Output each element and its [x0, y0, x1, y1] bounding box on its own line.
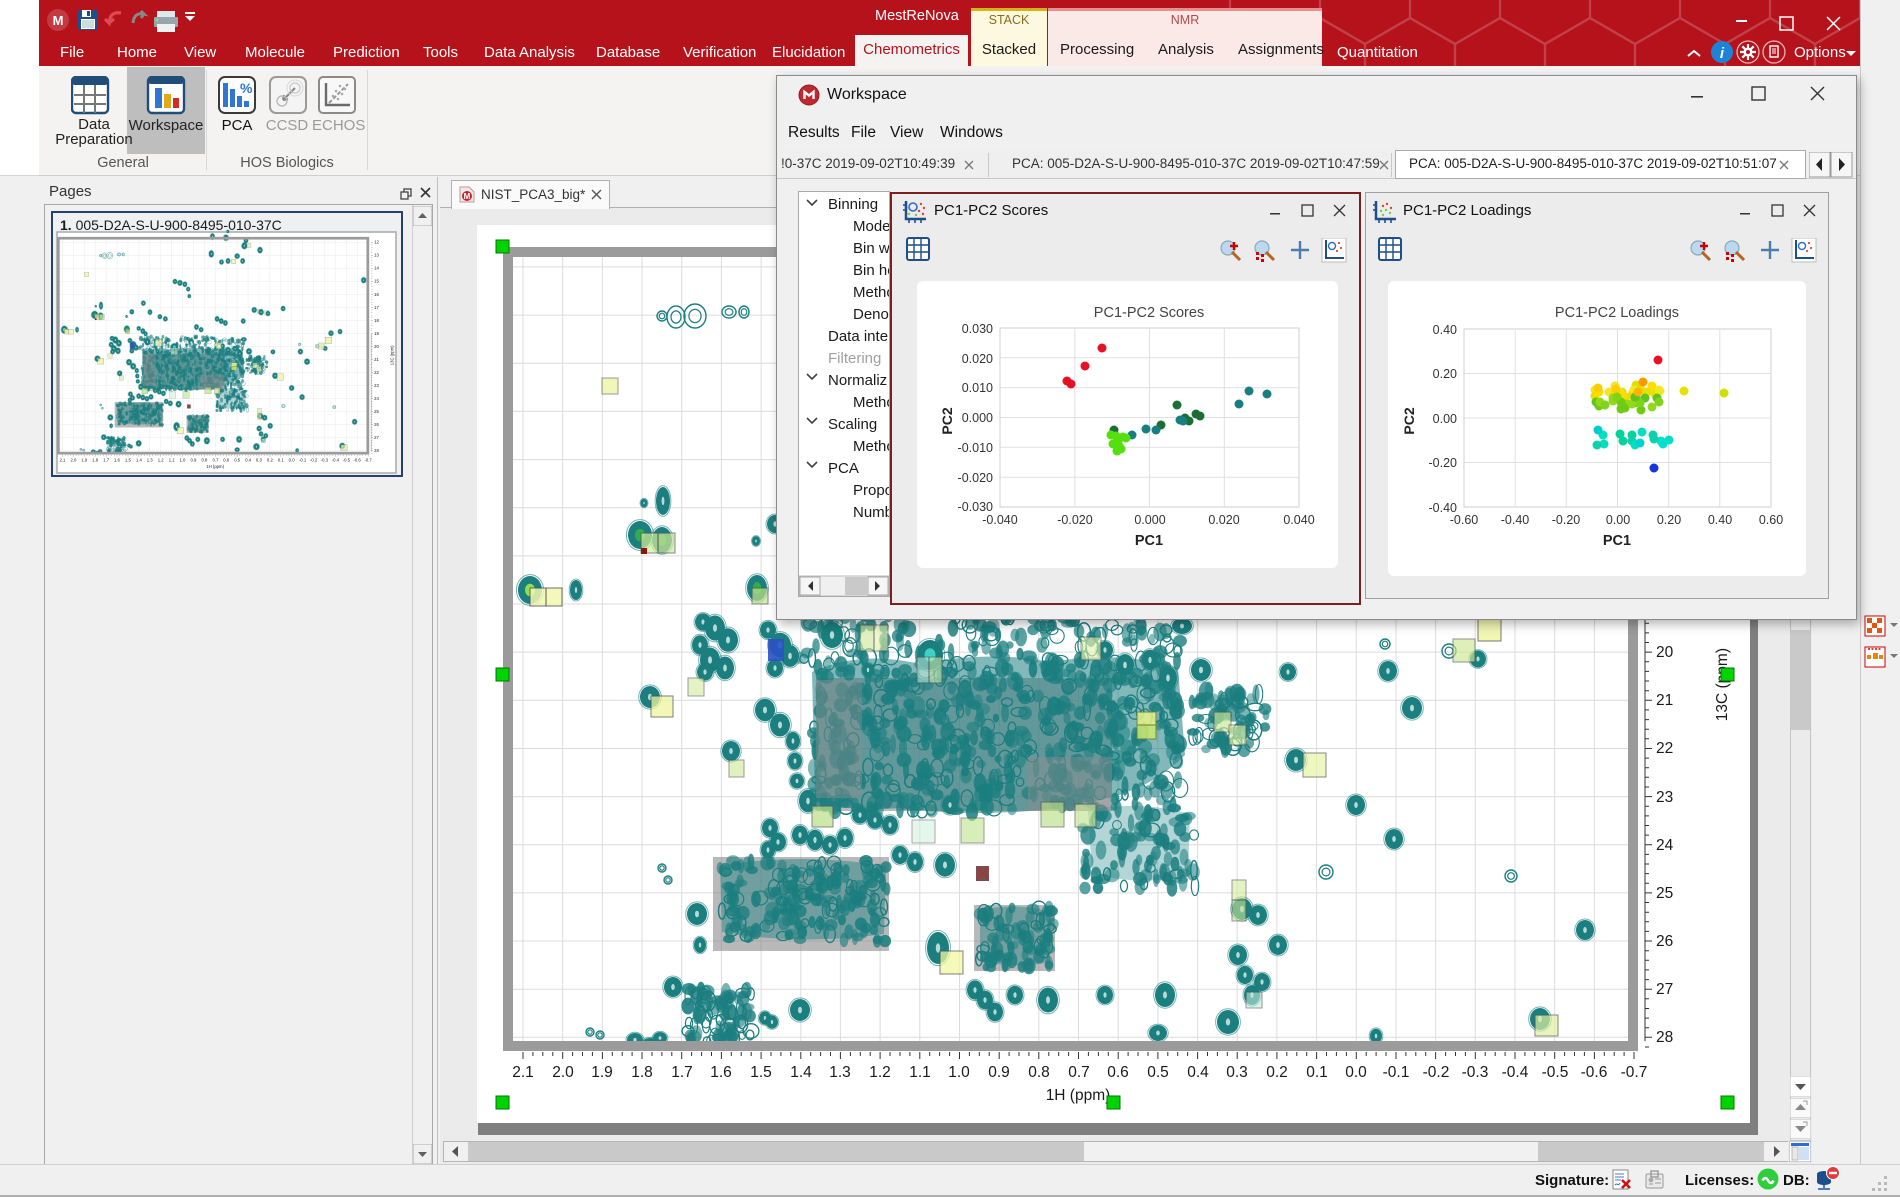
svg-text:Denoi: Denoi: [853, 306, 889, 323]
svg-text:Scaling: Scaling: [828, 416, 877, 433]
svg-text:-0.020: -0.020: [958, 471, 993, 485]
svg-text:Data inte: Data inte: [828, 328, 888, 345]
svg-text:0.000: 0.000: [1134, 513, 1165, 527]
svg-text:PC1-PC2 Loadings: PC1-PC2 Loadings: [1555, 305, 1679, 321]
svg-text:PC1-PC2 Scores: PC1-PC2 Scores: [1094, 305, 1204, 321]
svg-text:Normaliz: Normaliz: [828, 372, 887, 389]
svg-text:PCA: PCA: [828, 460, 859, 477]
svg-text:0.20: 0.20: [1433, 367, 1457, 381]
svg-text:0.00: 0.00: [1606, 513, 1630, 527]
svg-text:0.020: 0.020: [1208, 513, 1239, 527]
svg-text:0.040: 0.040: [1283, 513, 1314, 527]
svg-text:-0.020: -0.020: [1057, 513, 1092, 527]
svg-text:-0.20: -0.20: [1429, 456, 1458, 470]
svg-text:-0.040: -0.040: [982, 513, 1017, 527]
svg-text:0.40: 0.40: [1708, 513, 1732, 527]
svg-text:PC2: PC2: [939, 407, 955, 434]
svg-text:-0.60: -0.60: [1450, 513, 1479, 527]
svg-text:0.010: 0.010: [962, 381, 993, 395]
svg-text:PC1: PC1: [1135, 533, 1163, 549]
svg-text:0.20: 0.20: [1657, 513, 1681, 527]
svg-text:Metho: Metho: [853, 394, 889, 411]
svg-text:Numb: Numb: [853, 504, 889, 521]
svg-text:PC2: PC2: [1401, 407, 1417, 434]
svg-text:Filtering: Filtering: [828, 350, 881, 367]
svg-text:Metho: Metho: [853, 284, 889, 301]
svg-text:0.000: 0.000: [962, 411, 993, 425]
svg-text:Mode: Mode: [853, 218, 889, 235]
svg-text:0.00: 0.00: [1433, 412, 1457, 426]
svg-text:Bin he: Bin he: [853, 262, 889, 279]
svg-text:-0.20: -0.20: [1552, 513, 1581, 527]
svg-text:0.030: 0.030: [962, 322, 993, 336]
svg-text:Metho: Metho: [853, 438, 889, 455]
svg-text:-0.40: -0.40: [1501, 513, 1530, 527]
svg-text:0.40: 0.40: [1433, 323, 1457, 337]
svg-text:0.020: 0.020: [962, 352, 993, 366]
svg-text:PC1: PC1: [1603, 533, 1631, 549]
svg-text:0.60: 0.60: [1759, 513, 1783, 527]
svg-text:-0.010: -0.010: [958, 441, 993, 455]
svg-text:Propo: Propo: [853, 482, 889, 499]
svg-text:Bin wi: Bin wi: [853, 240, 889, 257]
svg-text:-0.030: -0.030: [958, 500, 993, 514]
svg-text:Binning: Binning: [828, 196, 878, 213]
